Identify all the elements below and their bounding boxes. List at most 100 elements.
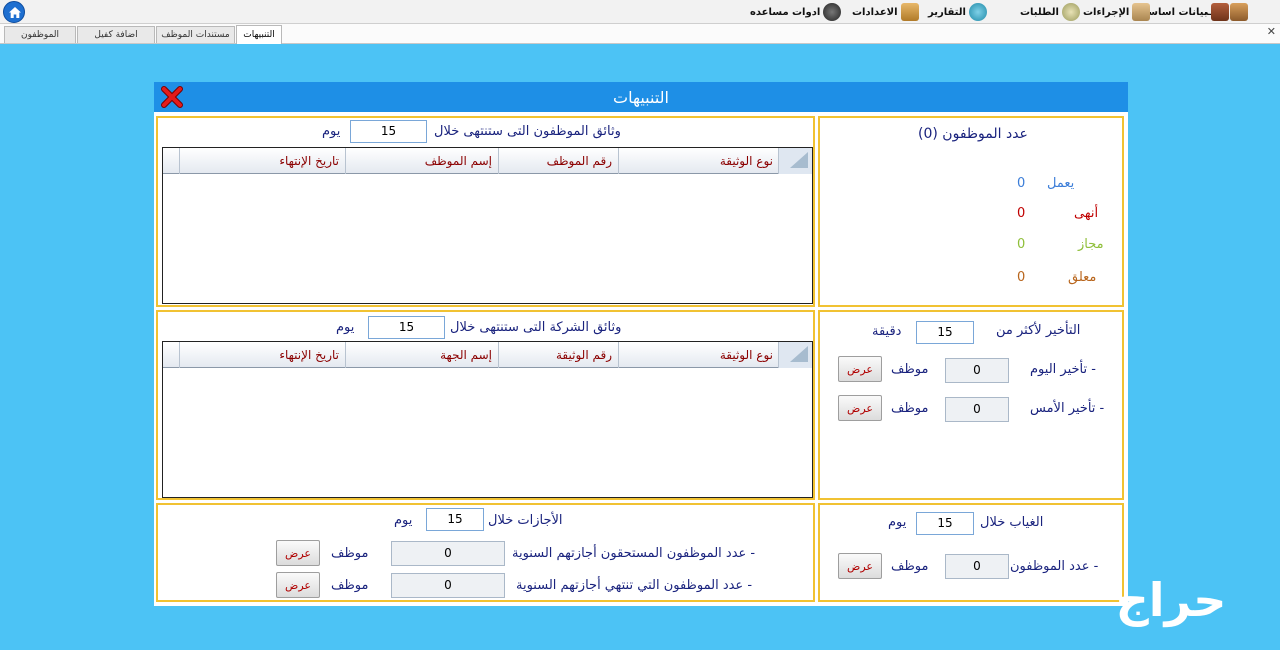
select-all-corner[interactable] <box>778 148 812 174</box>
ended-label: أنهى <box>1074 206 1099 221</box>
menu-bar: ملف بيانات اساسية الإجراءات الطلبات التق… <box>0 0 1280 24</box>
yesterday-delay-label: - تأخير الأمس <box>1030 401 1105 416</box>
company-docs-days-unit: يوم <box>336 320 355 335</box>
tab-employee-documents-label: مستندات الموظف <box>161 30 230 40</box>
column-header[interactable]: إسم الموظف <box>345 148 498 174</box>
employee-count-label: عدد الموظفون (0) <box>918 126 1028 142</box>
leave-label: مجاز <box>1078 237 1104 252</box>
delay-title: التأخير لأكثر من <box>996 323 1081 338</box>
menu-tools-label: ادوات <box>792 6 821 18</box>
column-header[interactable]: رقم الموظف <box>498 148 618 174</box>
column-header[interactable]: تاريخ الإنتهاء <box>179 342 345 368</box>
vacations-panel: الأجازات خلال 15 يوم - عدد الموظفون المس… <box>156 503 815 602</box>
menu-reports-label: التقارير <box>928 6 966 18</box>
suspended-value: 0 <box>1017 270 1026 285</box>
absence-title: الغياب خلال <box>980 515 1044 530</box>
menu-procedures[interactable]: الإجراءات <box>1083 0 1151 24</box>
column-header[interactable]: نوع الوثيقة <box>618 342 779 368</box>
tab-employees[interactable]: الموظفون <box>4 26 76 43</box>
vacations-ending-label: - عدد الموظفون التي تنتهي أجازتهم السنوي… <box>516 578 753 593</box>
column-header[interactable]: رقم الوثيقة <box>498 342 618 368</box>
today-delay-value: 0 <box>945 358 1009 383</box>
absence-count-value: 0 <box>945 554 1009 579</box>
vacations-due-show-button[interactable]: عرض <box>276 540 320 566</box>
tab-alerts[interactable]: التنبيهات <box>236 25 282 44</box>
home-icon <box>9 7 21 18</box>
tab-employees-label: الموظفون <box>20 30 60 40</box>
requests-icon <box>1061 3 1080 21</box>
dialog-title: التنبيهات <box>613 87 669 107</box>
absence-panel: الغياب خلال 15 يوم - عدد الموظفون 0 موظف… <box>818 503 1124 602</box>
employee-docs-days-unit: يوم <box>322 124 341 139</box>
vacations-days-unit: يوم <box>394 513 413 528</box>
leave-value: 0 <box>1017 237 1026 252</box>
tab-alerts-label: التنبيهات <box>243 30 275 40</box>
absence-show-button[interactable]: عرض <box>838 553 882 579</box>
menu-requests-label: الطلبات <box>1020 6 1059 18</box>
today-delay-label: - تأخير اليوم <box>1030 362 1096 377</box>
vacations-due-value: 0 <box>391 541 505 566</box>
alerts-dialog: التنبيهات عدد الموظفون (0) يعمل 0 أنهى 0… <box>154 82 1128 606</box>
menu-settings-label: الاعدادات <box>852 6 898 18</box>
employee-docs-table: نوع الوثيقة رقم الموظف إسم الموظف تاريخ … <box>162 147 813 304</box>
close-icon[interactable] <box>160 86 184 108</box>
corner-triangle-icon <box>790 346 808 362</box>
company-docs-days-input[interactable]: 15 <box>368 316 445 339</box>
vacations-due-employee-label: موظف <box>331 546 369 561</box>
absence-days-unit: يوم <box>888 515 907 530</box>
delay-minutes-input[interactable]: 15 <box>916 321 974 344</box>
watermark-logo: حراج <box>1115 573 1227 627</box>
tab-add-sponsor-label: اضافة كفيل <box>94 30 138 40</box>
yesterday-employee-label: موظف <box>891 401 929 416</box>
vacations-ending-show-button[interactable]: عرض <box>276 572 320 598</box>
today-delay-show-button[interactable]: عرض <box>838 356 882 382</box>
employee-docs-table-header: نوع الوثيقة رقم الموظف إسم الموظف تاريخ … <box>163 148 812 174</box>
tab-add-sponsor[interactable]: اضافة كفيل <box>77 26 155 43</box>
menu-settings[interactable]: الاعدادات <box>852 0 919 24</box>
today-employee-label: موظف <box>891 362 929 377</box>
home-button[interactable] <box>3 1 25 23</box>
menu-help-label: مساعده <box>750 6 789 18</box>
employee-count-panel: عدد الموظفون (0) يعمل 0 أنهى 0 مجاز 0 مع… <box>818 116 1124 307</box>
absence-days-input[interactable]: 15 <box>916 512 974 535</box>
menu-procedures-label: الإجراءات <box>1083 6 1130 18</box>
ended-value: 0 <box>1017 206 1026 221</box>
select-all-corner[interactable] <box>778 342 812 368</box>
file-box-icon <box>1230 3 1249 21</box>
delay-panel: التأخير لأكثر من 15 دقيقة - تأخير اليوم … <box>818 310 1124 500</box>
company-documents-panel: وثائق الشركة التى ستنتهى خلال 15 يوم نوع… <box>156 310 815 500</box>
column-header[interactable]: إسم الجهة <box>345 342 498 368</box>
absence-employee-label: موظف <box>891 559 929 574</box>
menu-tools[interactable]: ادوات <box>792 0 842 24</box>
employee-docs-days-input[interactable]: 15 <box>350 120 427 143</box>
delay-minutes-unit: دقيقة <box>872 324 902 339</box>
corner-triangle-icon <box>790 152 808 168</box>
settings-tools-icon <box>900 3 919 21</box>
vacations-title: الأجازات خلال <box>488 513 563 528</box>
procedures-icon <box>1132 3 1151 21</box>
employee-docs-title: وثائق الموظفون التى ستنتهى خلال <box>434 124 621 139</box>
working-label: يعمل <box>1047 176 1075 191</box>
yesterday-delay-show-button[interactable]: عرض <box>838 395 882 421</box>
column-header[interactable]: تاريخ الإنتهاء <box>179 148 345 174</box>
menu-help[interactable]: مساعده <box>750 0 789 24</box>
vacations-ending-employee-label: موظف <box>331 578 369 593</box>
company-docs-table: نوع الوثيقة رقم الوثيقة إسم الجهة تاريخ … <box>162 341 813 498</box>
working-value: 0 <box>1017 176 1026 191</box>
menu-reports[interactable]: التقارير <box>928 0 987 24</box>
column-header[interactable]: نوع الوثيقة <box>618 148 779 174</box>
employee-documents-panel: وثائق الموظفون التى ستنتهى خلال 15 يوم ن… <box>156 116 815 307</box>
vacations-days-input[interactable]: 15 <box>426 508 484 531</box>
company-docs-title: وثائق الشركة التى ستنتهى خلال <box>450 320 622 335</box>
suspended-label: معلق <box>1068 270 1097 285</box>
menu-requests[interactable]: الطلبات <box>1020 0 1080 24</box>
dialog-title-bar: التنبيهات <box>154 82 1128 112</box>
vacations-due-label: - عدد الموظفون المستحقون أجازتهم السنوية <box>512 546 756 561</box>
yesterday-delay-value: 0 <box>945 397 1009 422</box>
vacations-ending-value: 0 <box>391 573 505 598</box>
tab-employee-documents[interactable]: مستندات الموظف <box>156 26 235 43</box>
company-docs-table-header: نوع الوثيقة رقم الوثيقة إسم الجهة تاريخ … <box>163 342 812 368</box>
menu-basic-data[interactable]: بيانات اساسية <box>1138 0 1229 24</box>
basic-data-box-icon <box>1210 3 1229 21</box>
close-tab-icon[interactable]: ✕ <box>1267 25 1276 38</box>
